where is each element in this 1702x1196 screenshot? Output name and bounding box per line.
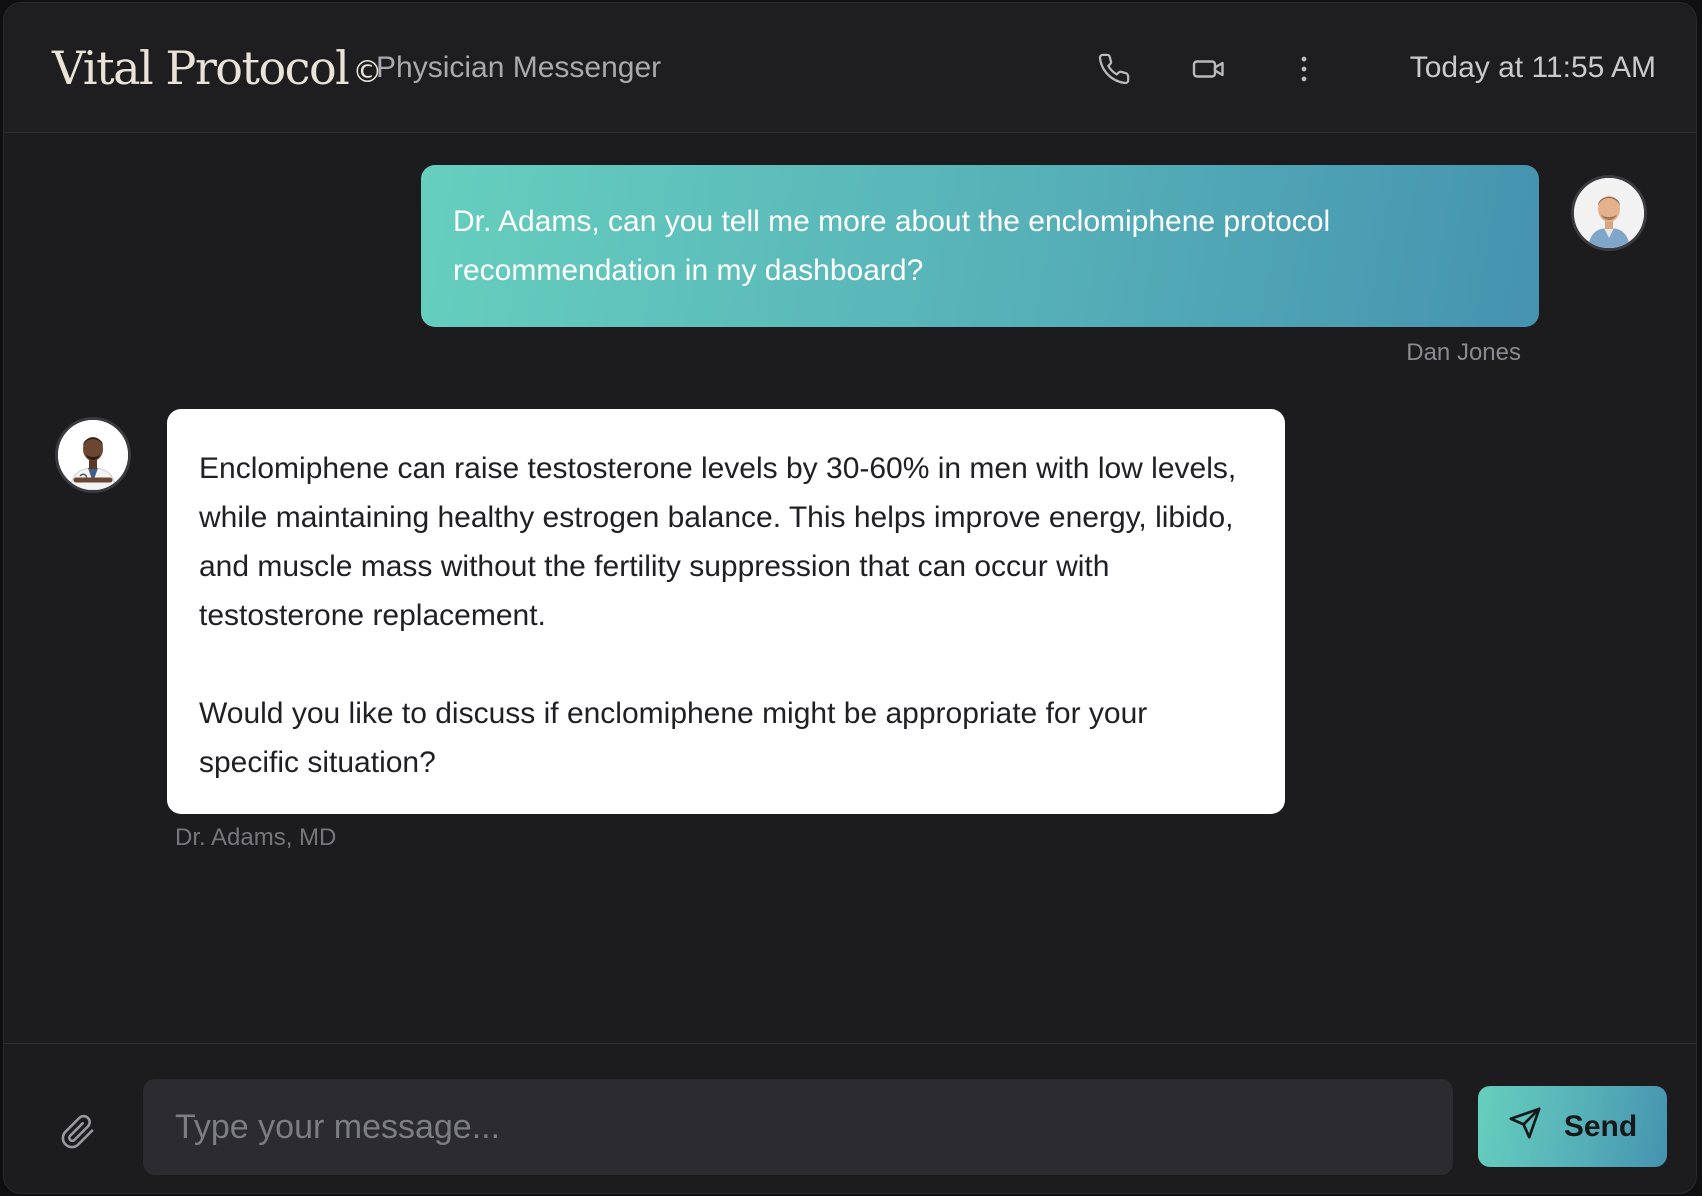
message-composer: Send [4, 1043, 1696, 1193]
physician-message-bubble: Enclomiphene can raise testosterone leve… [167, 409, 1285, 814]
send-icon [1508, 1106, 1542, 1148]
messenger-window: Vital Protocol © Physician Messenger Toda… [3, 2, 1697, 1194]
conversation-timestamp: Today at 11:55 AM [1409, 51, 1656, 84]
physician-sender-name: Dr. Adams, MD [175, 824, 337, 851]
physician-avatar[interactable] [55, 417, 131, 493]
patient-message-text: Dr. Adams, can you tell me more about th… [453, 205, 1331, 287]
patient-avatar[interactable] [1571, 175, 1647, 251]
video-camera-icon[interactable] [1189, 49, 1229, 89]
header: Vital Protocol © Physician Messenger Toda… [4, 3, 1696, 133]
send-button-label: Send [1563, 1109, 1638, 1143]
physician-message-paragraph: Would you like to discuss if enclomiphen… [199, 697, 1148, 779]
send-button[interactable]: Send [1478, 1086, 1667, 1167]
more-vertical-icon[interactable] [1284, 49, 1324, 89]
brand-logo: Vital Protocol © [52, 41, 382, 95]
phone-icon[interactable] [1094, 49, 1134, 89]
message-input[interactable] [143, 1079, 1453, 1175]
patient-sender-name: Dan Jones [1406, 339, 1521, 366]
physician-message-paragraph: Enclomiphene can raise testosterone leve… [199, 452, 1237, 632]
page-subtitle: Physician Messenger [376, 51, 662, 84]
paperclip-icon[interactable] [56, 1110, 100, 1154]
brand-name: Vital Protocol [52, 41, 350, 95]
patient-message-bubble: Dr. Adams, can you tell me more about th… [421, 165, 1539, 327]
